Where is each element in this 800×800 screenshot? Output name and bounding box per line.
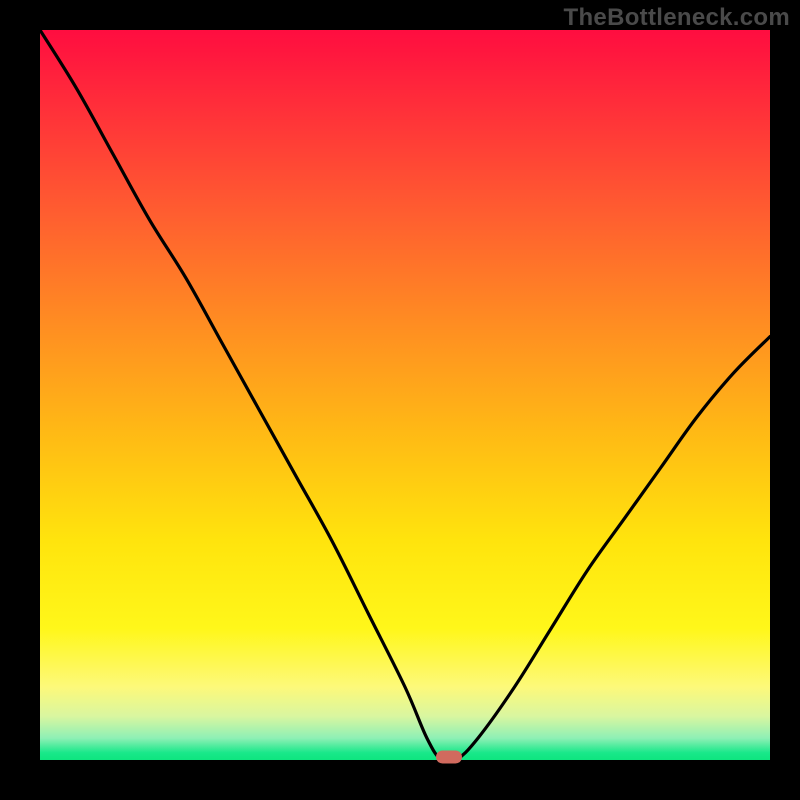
plot-area — [40, 30, 770, 760]
chart-frame: TheBottleneck.com — [0, 0, 800, 800]
bottleneck-curve — [40, 30, 770, 760]
watermark-text: TheBottleneck.com — [564, 4, 790, 32]
